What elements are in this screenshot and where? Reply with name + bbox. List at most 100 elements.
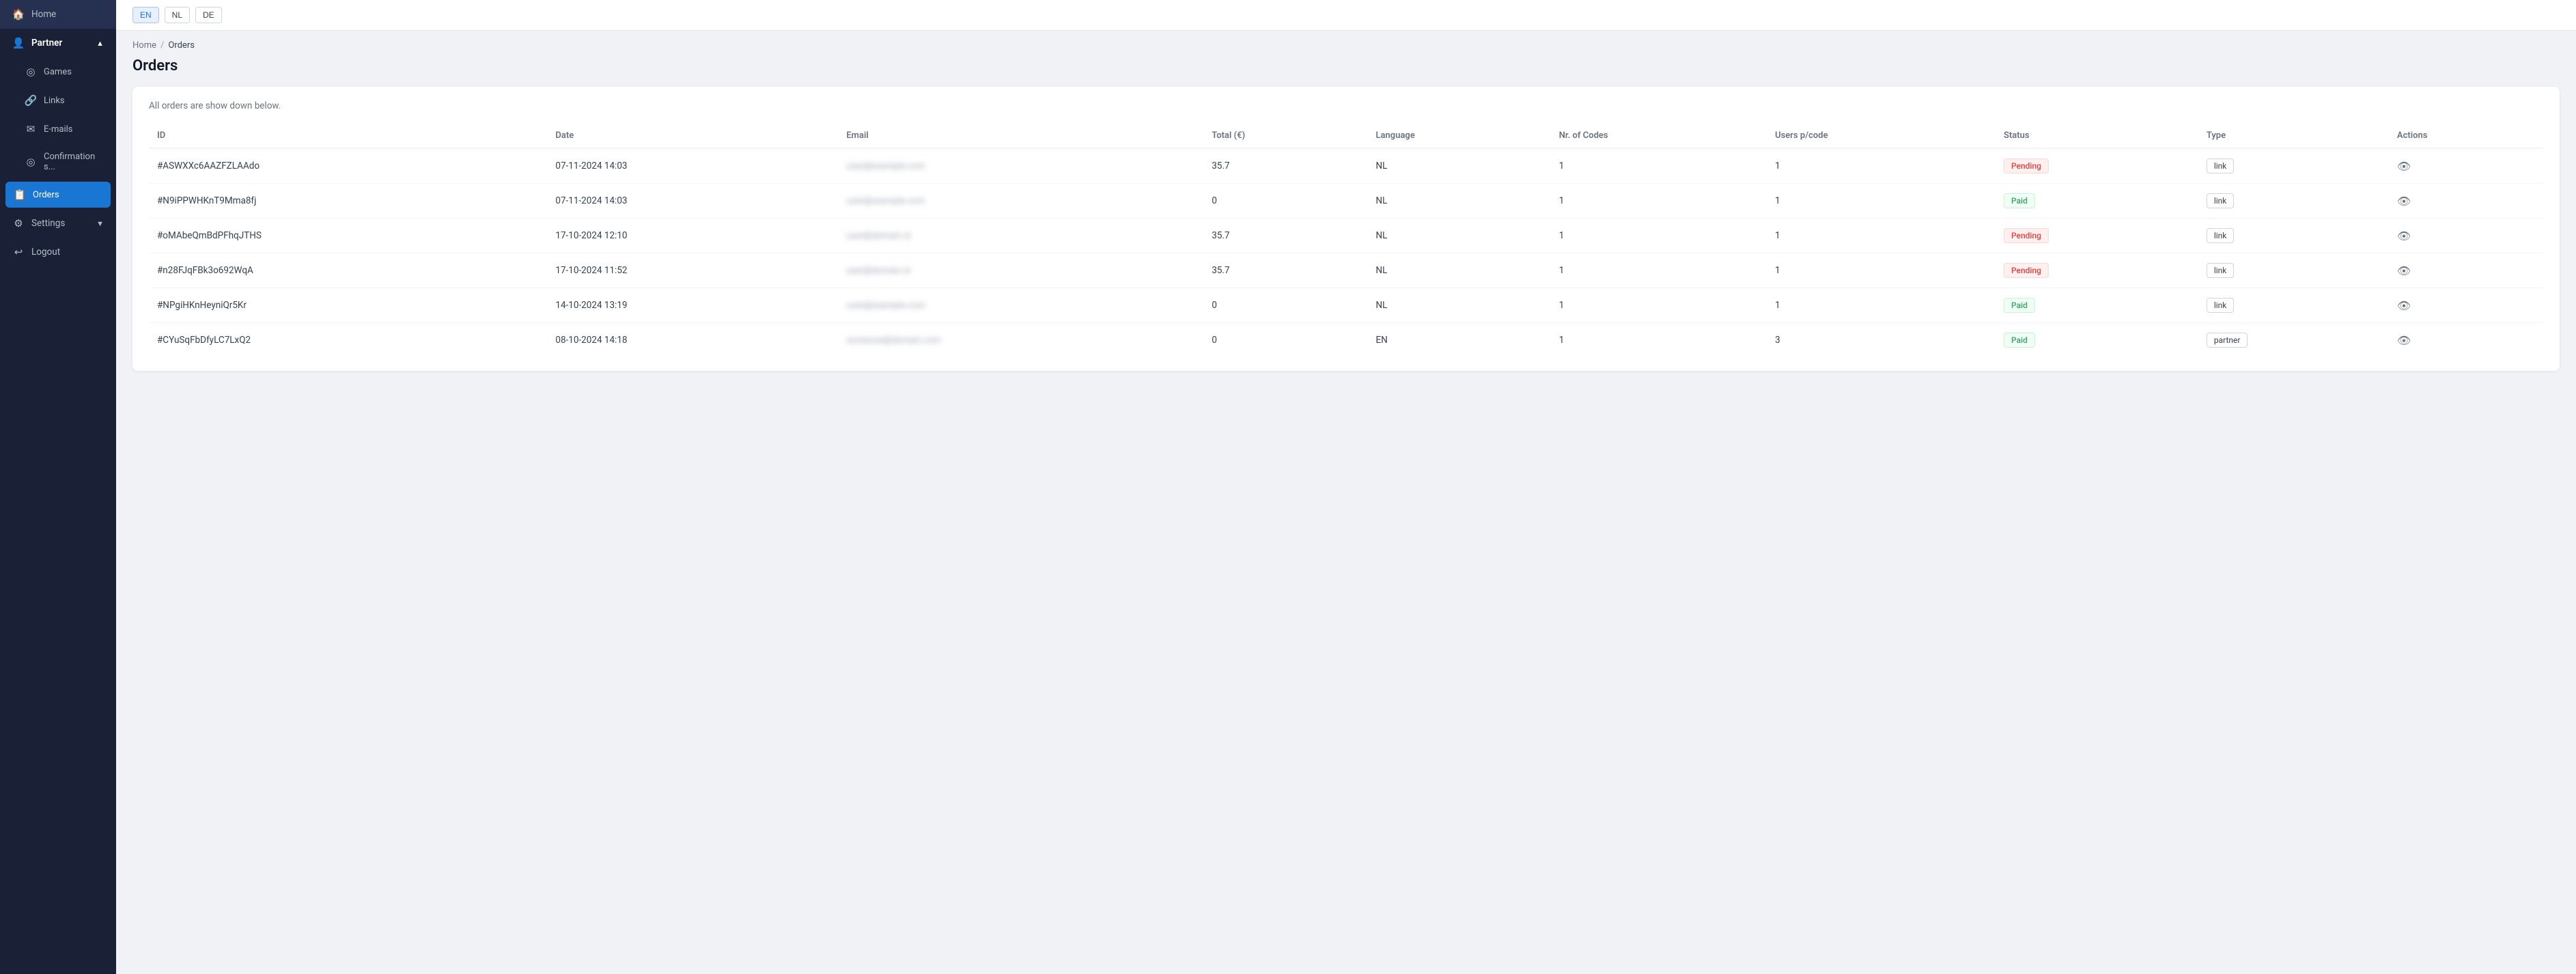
sidebar-item-home[interactable]: 🏠 Home (0, 0, 116, 29)
emails-icon: ✉ (25, 123, 37, 135)
cell-nr-codes: 1 (1551, 323, 1767, 358)
sidebar-item-games[interactable]: ◎ Games (0, 57, 116, 86)
sidebar-item-emails[interactable]: ✉ E-mails (0, 115, 116, 143)
col-id: ID (149, 124, 547, 148)
cell-status: Pending (1996, 253, 2198, 288)
view-icon[interactable]: 👁 (2397, 195, 2411, 208)
col-type: Type (2198, 124, 2389, 148)
cell-language: NL (1368, 253, 1551, 288)
sidebar-item-links-label: Links (44, 96, 65, 106)
games-icon: ◎ (25, 66, 37, 78)
cell-id: #oMAbeQmBdPFhqJTHS (149, 219, 547, 253)
sidebar-item-orders[interactable]: 📋 Orders (5, 182, 111, 208)
cell-email: user@example.com (838, 148, 1203, 184)
sidebar-item-logout[interactable]: ↩ Logout (0, 238, 116, 266)
lang-nl-button[interactable]: NL (165, 7, 190, 23)
view-icon[interactable]: 👁 (2397, 334, 2411, 347)
orders-icon: 📋 (14, 189, 26, 201)
cell-email: user@domain.nl (838, 253, 1203, 288)
orders-card: All orders are show down below. ID Date … (132, 87, 2560, 371)
cell-date: 07-11-2024 14:03 (547, 184, 838, 219)
table-body: #ASWXXc6AAZFZLAAdo 07-11-2024 14:03 user… (149, 148, 2543, 357)
cell-actions[interactable]: 👁 (2389, 253, 2543, 288)
partner-chevron: ▲ (96, 39, 104, 48)
status-badge: Paid (2004, 298, 2035, 313)
card-subtitle: All orders are show down below. (149, 100, 2543, 111)
sidebar-item-confirmation-label: Confirmation s... (44, 152, 104, 172)
cell-total: 0 (1203, 184, 1367, 219)
cell-date: 14-10-2024 13:19 (547, 288, 838, 323)
view-icon[interactable]: 👁 (2397, 264, 2411, 277)
cell-id: #CYuSqFbDfyLC7LxQ2 (149, 323, 547, 358)
status-badge: Pending (2004, 228, 2049, 243)
cell-date: 08-10-2024 14:18 (547, 323, 838, 358)
settings-icon: ⚙ (12, 217, 25, 229)
sidebar-item-logout-label: Logout (31, 247, 60, 258)
breadcrumb-separator: / (160, 40, 164, 51)
sidebar-item-settings-label: Settings (31, 218, 65, 229)
cell-status: Paid (1996, 184, 2198, 219)
cell-type: link (2198, 184, 2389, 219)
cell-language: NL (1368, 184, 1551, 219)
cell-status: Paid (1996, 323, 2198, 358)
cell-actions[interactable]: 👁 (2389, 219, 2543, 253)
page-title: Orders (132, 57, 2560, 74)
cell-language: NL (1368, 148, 1551, 184)
logout-icon: ↩ (12, 246, 25, 258)
cell-status: Pending (1996, 219, 2198, 253)
lang-de-button[interactable]: DE (195, 7, 222, 23)
type-badge: link (2207, 228, 2235, 243)
table-row: #NPgiHKnHeyniQr5Kr 14-10-2024 13:19 user… (149, 288, 2543, 323)
breadcrumb: Home / Orders (132, 31, 2560, 57)
cell-nr-codes: 1 (1551, 288, 1767, 323)
sidebar-item-partner[interactable]: 👤 Partner ▲ (0, 29, 116, 57)
sidebar-item-links[interactable]: 🔗 Links (0, 86, 116, 115)
cell-users-pcode: 1 (1767, 219, 1996, 253)
cell-id: #n28FJqFBk3o692WqA (149, 253, 547, 288)
table-row: #oMAbeQmBdPFhqJTHS 17-10-2024 12:10 user… (149, 219, 2543, 253)
col-total: Total (€) (1203, 124, 1367, 148)
cell-actions[interactable]: 👁 (2389, 184, 2543, 219)
cell-total: 0 (1203, 288, 1367, 323)
sidebar-item-orders-label: Orders (33, 190, 59, 200)
cell-id: #N9iPPWHKnT9Mma8fj (149, 184, 547, 219)
cell-type: link (2198, 253, 2389, 288)
sidebar: 🏠 Home 👤 Partner ▲ ◎ Games 🔗 Links ✉ E-m… (0, 0, 116, 974)
sidebar-item-settings[interactable]: ⚙ Settings ▼ (0, 209, 116, 238)
cell-actions[interactable]: 👁 (2389, 323, 2543, 358)
orders-table: ID Date Email Total (€) Language Nr. of … (149, 124, 2543, 357)
cell-status: Pending (1996, 148, 2198, 184)
col-email: Email (838, 124, 1203, 148)
col-nr-codes: Nr. of Codes (1551, 124, 1767, 148)
cell-email: user@example.com (838, 288, 1203, 323)
home-icon: 🏠 (12, 8, 25, 20)
col-users-pcode: Users p/code (1767, 124, 1996, 148)
cell-language: EN (1368, 323, 1551, 358)
sidebar-item-confirmation[interactable]: ◎ Confirmation s... (0, 143, 116, 180)
col-language: Language (1368, 124, 1551, 148)
breadcrumb-home[interactable]: Home (132, 40, 156, 51)
cell-language: NL (1368, 219, 1551, 253)
type-badge: link (2207, 298, 2235, 313)
view-icon[interactable]: 👁 (2397, 160, 2411, 173)
col-status: Status (1996, 124, 2198, 148)
cell-id: #NPgiHKnHeyniQr5Kr (149, 288, 547, 323)
links-icon: 🔗 (25, 94, 37, 107)
cell-type: link (2198, 219, 2389, 253)
cell-actions[interactable]: 👁 (2389, 148, 2543, 184)
sidebar-item-home-label: Home (31, 9, 56, 20)
sidebar-item-emails-label: E-mails (44, 124, 73, 135)
view-icon[interactable]: 👁 (2397, 299, 2411, 312)
status-badge: Paid (2004, 193, 2035, 208)
cell-total: 35.7 (1203, 148, 1367, 184)
cell-nr-codes: 1 (1551, 148, 1767, 184)
cell-type: link (2198, 288, 2389, 323)
confirmation-icon: ◎ (25, 156, 37, 168)
type-badge: link (2207, 263, 2235, 278)
cell-type: link (2198, 148, 2389, 184)
lang-en-button[interactable]: EN (132, 7, 159, 23)
table-row: #ASWXXc6AAZFZLAAdo 07-11-2024 14:03 user… (149, 148, 2543, 184)
cell-users-pcode: 1 (1767, 253, 1996, 288)
view-icon[interactable]: 👁 (2397, 229, 2411, 242)
cell-actions[interactable]: 👁 (2389, 288, 2543, 323)
